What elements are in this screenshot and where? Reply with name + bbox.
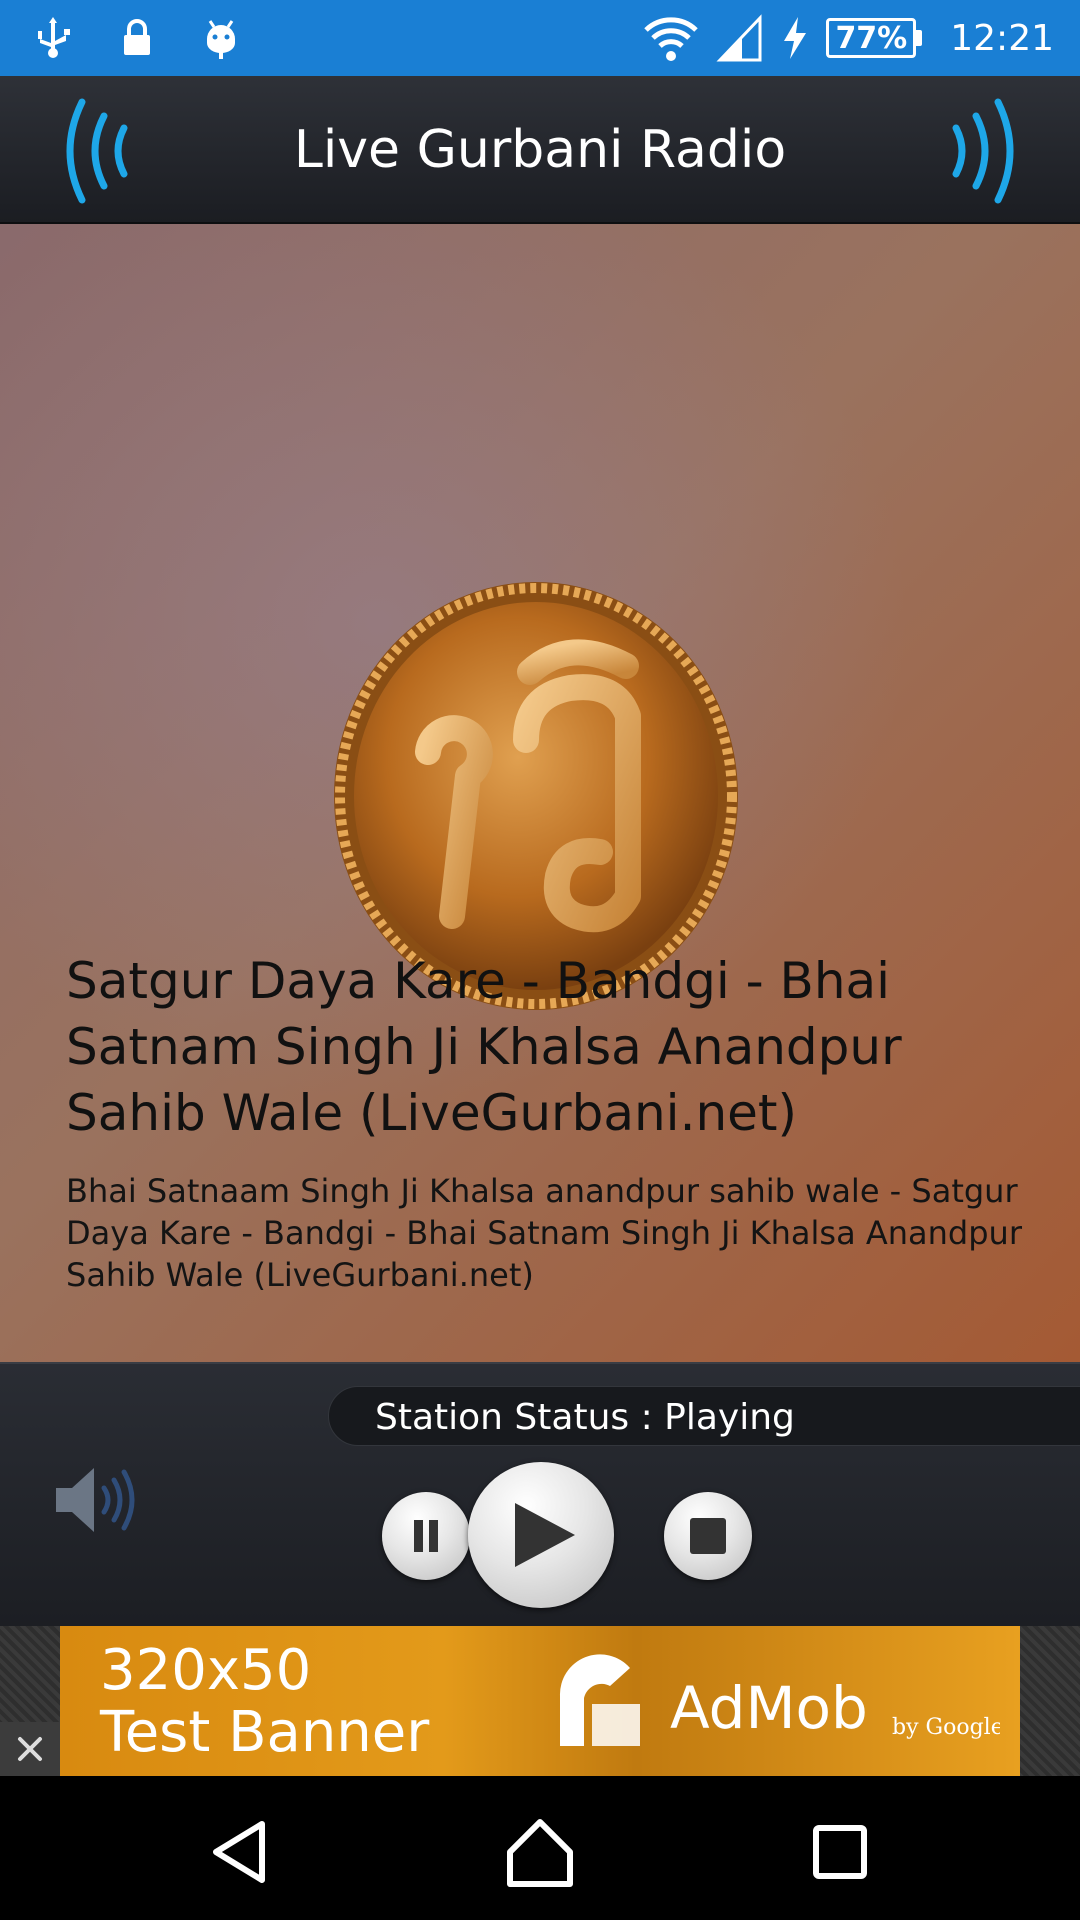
pause-icon (414, 1520, 438, 1552)
svg-text:AdMob: AdMob (670, 1674, 868, 1742)
play-button[interactable] (468, 1462, 614, 1608)
ad-banner[interactable]: 320x50 Test Banner AdMob by Google (60, 1626, 1020, 1776)
ad-close-button[interactable] (0, 1722, 60, 1776)
station-status: Station Status : Playing (328, 1386, 1080, 1446)
track-description: Bhai Satnaam Singh Ji Khalsa anandpur sa… (66, 1172, 1022, 1294)
usb-icon (30, 15, 76, 61)
ad-container: 320x50 Test Banner AdMob by Google (0, 1626, 1080, 1776)
back-icon[interactable] (200, 1812, 280, 1892)
home-icon[interactable] (500, 1812, 580, 1892)
stop-button[interactable] (664, 1492, 752, 1580)
admob-logo: AdMob by Google (559, 1654, 1000, 1746)
play-icon (515, 1503, 575, 1567)
now-playing-panel: Satgur Daya Kare - Bandgi - Bhai Satnam … (0, 224, 1080, 1362)
system-nav-bar (0, 1776, 1080, 1920)
battery-icon: 77% (826, 18, 923, 58)
radio-wave-right-icon (952, 98, 1014, 204)
wifi-icon (642, 12, 700, 64)
lock-icon (114, 15, 160, 61)
stop-icon (690, 1518, 726, 1554)
status-bar: 77% 12:21 (0, 0, 1080, 76)
pause-button[interactable] (382, 1492, 470, 1580)
signal-icon (716, 14, 764, 62)
speaker-icon[interactable] (52, 1460, 136, 1540)
recents-icon[interactable] (800, 1812, 880, 1892)
player-controls: Station Status : Playing (0, 1362, 1080, 1626)
charging-icon (780, 15, 810, 61)
station-status-text: Station Status : Playing (375, 1397, 795, 1438)
app-header: Live Gurbani Radio (0, 76, 1080, 224)
svg-text:by Google: by Google (892, 1715, 1000, 1740)
battery-level: 77% (835, 20, 908, 56)
track-title: Satgur Daya Kare - Bandgi - Bhai Satnam … (66, 952, 902, 1142)
clock: 12:21 (950, 17, 1054, 59)
ad-size-text: 320x50 Test Banner (100, 1638, 430, 1765)
close-icon (18, 1737, 42, 1761)
android-icon (198, 15, 244, 61)
app-title: Live Gurbani Radio (293, 120, 787, 180)
